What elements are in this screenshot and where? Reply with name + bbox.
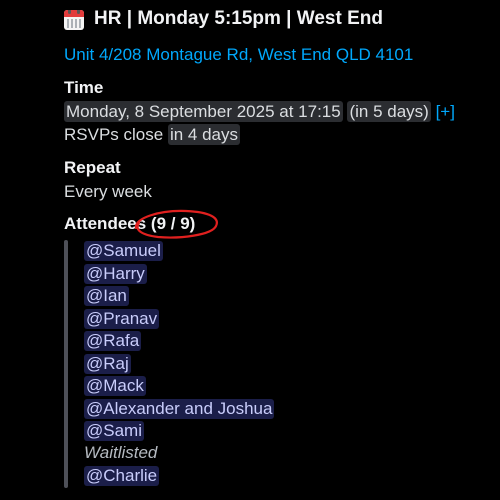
calendar-icon xyxy=(64,10,84,30)
event-card: HR | Monday 5:15pm | West End Unit 4/208… xyxy=(0,0,500,500)
rsvp-line: RSVPs close in 4 days xyxy=(64,124,240,145)
attendee-mention-samuel[interactable]: @Samuel xyxy=(84,241,163,261)
event-relative-time: (in 5 days) xyxy=(347,101,431,122)
attendee-mention-pranav[interactable]: @Pranav xyxy=(84,309,160,329)
event-datetime: Monday, 8 September 2025 at 17:15 xyxy=(64,101,343,122)
attendee-mention-raj[interactable]: @Raj xyxy=(84,354,131,374)
attendee-mention-alexander-and-joshua[interactable]: @Alexander and Joshua xyxy=(84,399,275,419)
attendee-list-quote-bar xyxy=(64,240,68,488)
waitlisted-label: Waitlisted xyxy=(84,443,158,462)
event-title: HR | Monday 5:15pm | West End xyxy=(94,8,383,29)
repeat-value: Every week xyxy=(64,182,152,201)
rsvp-relative-time: in 4 days xyxy=(167,124,240,145)
repeat-heading: Repeat xyxy=(64,158,121,177)
event-address-link[interactable]: Unit 4/208 Montague Rd, West End QLD 410… xyxy=(64,45,413,65)
time-line: Monday, 8 September 2025 at 17:15 (in 5 … xyxy=(64,101,455,122)
waitlist-mention-charlie[interactable]: @Charlie xyxy=(84,466,160,486)
rsvp-prefix: RSVPs close xyxy=(64,125,164,144)
attendee-mention-harry[interactable]: @Harry xyxy=(84,264,147,284)
add-to-calendar-link[interactable]: [+] xyxy=(436,102,455,121)
attendee-mention-ian[interactable]: @Ian xyxy=(84,286,129,306)
attendee-mention-rafa[interactable]: @Rafa xyxy=(84,331,142,351)
attendee-mention-mack[interactable]: @Mack xyxy=(84,376,146,396)
time-heading: Time xyxy=(64,78,104,97)
attendee-mention-sami[interactable]: @Sami xyxy=(84,421,144,441)
red-circle-annotation xyxy=(134,209,218,239)
